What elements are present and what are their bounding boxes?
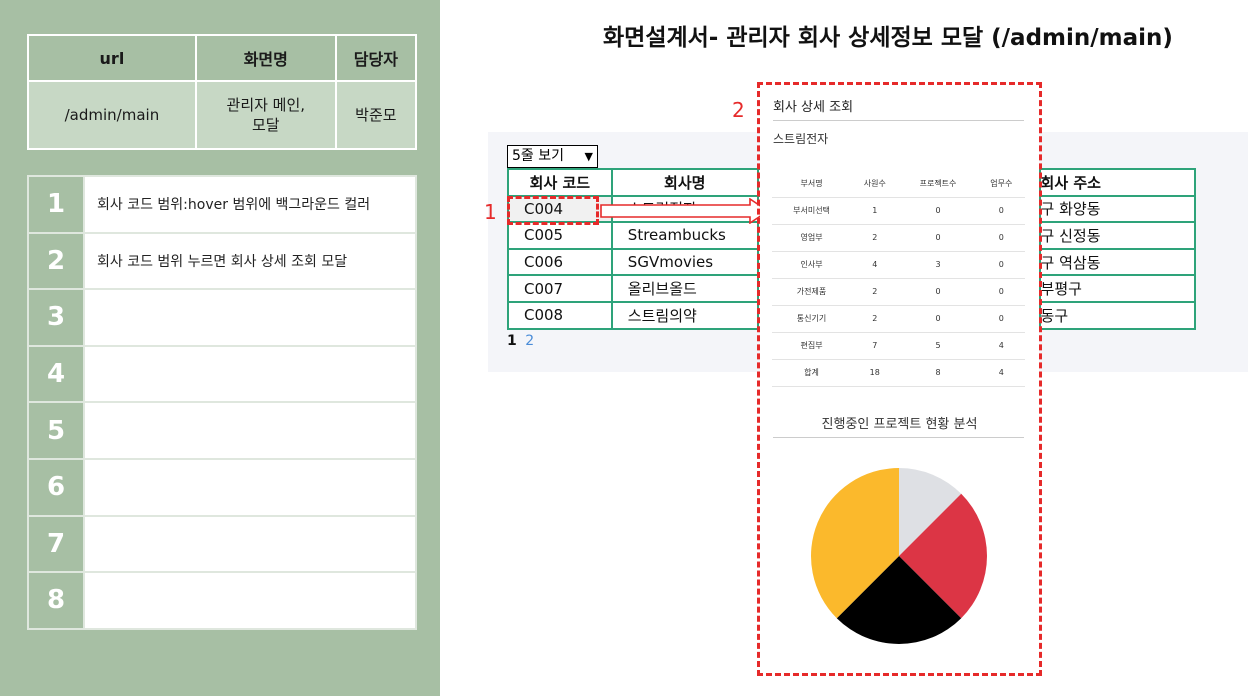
page-size-select-label: 5줄 보기 <box>512 148 564 164</box>
description-text <box>83 344 417 404</box>
chevron-down-icon: ▼ <box>584 150 593 163</box>
description-row: 4 <box>27 344 417 404</box>
company-name-cell: 스트림의약 <box>610 300 759 330</box>
description-text <box>83 401 417 460</box>
info-header-screen-name: 화면명 <box>194 34 337 82</box>
company-code-cell[interactable]: C006 <box>507 247 613 277</box>
company-address-cell: 구 화양동 <box>1038 194 1197 224</box>
spec-sidebar: url 화면명 담당자 /admin/main 관리자 메인, 모달 박준모 1… <box>0 0 440 696</box>
description-number: 4 <box>27 344 85 404</box>
description-row: 8 <box>27 571 417 630</box>
description-text <box>83 571 417 630</box>
spec-info-table: url 화면명 담당자 /admin/main 관리자 메인, 모달 박준모 <box>27 34 418 150</box>
column-header-name: 회사명 <box>610 168 759 197</box>
page-link-current[interactable]: 1 <box>507 333 517 349</box>
annotation-arrow-icon <box>600 198 770 224</box>
info-header-url: url <box>27 34 197 82</box>
annotation-number-2: 2 <box>732 98 745 122</box>
company-name-cell: 올리브올드 <box>610 274 759 303</box>
description-number: 8 <box>27 571 85 630</box>
description-number: 5 <box>27 401 85 460</box>
description-text <box>83 457 417 517</box>
description-text: 회사 코드 범위:hover 범위에 백그라운드 컬러 <box>83 175 417 234</box>
annotation-box-2 <box>757 82 1042 676</box>
page-title: 화면설계서- 관리자 회사 상세정보 모달 (/admin/main) <box>603 25 1173 51</box>
description-number: 1 <box>27 175 85 234</box>
annotation-number-1: 1 <box>484 200 497 224</box>
company-address-cell: 부평구 <box>1038 274 1197 303</box>
description-row: 7 <box>27 514 417 574</box>
pagination: 1 2 <box>507 333 534 349</box>
company-address-cell: 구 역삼동 <box>1038 247 1197 277</box>
company-name-cell: Streambucks <box>610 221 759 250</box>
description-row: 5 <box>27 401 417 460</box>
description-text <box>83 514 417 574</box>
page-size-select[interactable]: 5줄 보기 ▼ <box>507 145 598 168</box>
info-screen-name-value: 관리자 메인, 모달 <box>194 80 337 150</box>
info-url-value: /admin/main <box>27 80 197 150</box>
company-address-cell: 동구 <box>1038 300 1197 330</box>
description-row: 1 회사 코드 범위:hover 범위에 백그라운드 컬러 <box>27 175 417 234</box>
company-code-cell[interactable]: C008 <box>507 300 613 330</box>
description-number: 3 <box>27 288 85 347</box>
company-code-cell[interactable]: C005 <box>507 221 613 250</box>
company-code-cell[interactable]: C007 <box>507 274 613 303</box>
info-header-owner: 담당자 <box>334 34 418 82</box>
page-link[interactable]: 2 <box>525 333 534 349</box>
description-number: 2 <box>27 231 85 291</box>
spec-description-table: 1 회사 코드 범위:hover 범위에 백그라운드 컬러 2 회사 코드 범위 누… <box>27 175 417 630</box>
company-name-cell: SGVmovies <box>610 247 759 277</box>
description-text: 회사 코드 범위 누르면 회사 상세 조회 모달 <box>83 231 417 291</box>
description-number: 7 <box>27 514 85 574</box>
description-row: 3 <box>27 288 417 347</box>
info-owner-value: 박준모 <box>334 80 418 150</box>
column-header-address: 회사 주소 <box>1038 168 1197 197</box>
description-row: 6 <box>27 457 417 517</box>
description-text <box>83 288 417 347</box>
description-number: 6 <box>27 457 85 517</box>
description-row: 2 회사 코드 범위 누르면 회사 상세 조회 모달 <box>27 231 417 291</box>
company-address-cell: 구 신정동 <box>1038 221 1197 250</box>
column-header-code: 회사 코드 <box>507 168 613 197</box>
annotation-box-1 <box>507 196 599 225</box>
